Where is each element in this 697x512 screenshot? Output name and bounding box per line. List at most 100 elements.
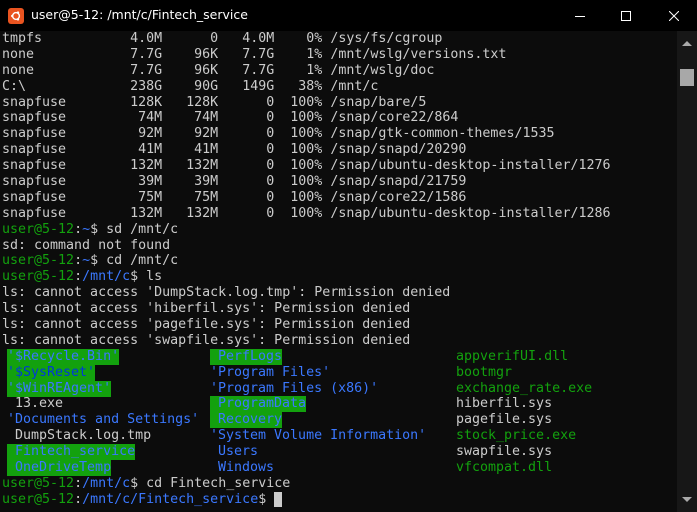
- df-cell: 0%: [282, 31, 323, 46]
- ls-row: 'Documents and Settings' Recovery pagefi…: [2, 412, 675, 429]
- ls-error-line: ls: cannot access 'DumpStack.log.tmp': P…: [2, 285, 675, 301]
- prompt-path: ~: [82, 221, 91, 237]
- command-text: cd /mnt/c: [106, 253, 179, 269]
- df-cell: snapfuse: [2, 174, 123, 190]
- df-row: snapfuse 75M 75M 0 100% /snap/core22/158…: [2, 190, 675, 206]
- ls-row: '$WinREAgent' 'Program Files (x86)' excha…: [2, 380, 675, 397]
- df-cell: 74M: [130, 110, 163, 126]
- df-cell: 41M: [170, 142, 219, 158]
- df-cell: 4.0M: [130, 31, 163, 46]
- ls-entry: '$WinREAgent': [7, 380, 112, 397]
- df-sep: [162, 47, 170, 62]
- df-sep: [162, 174, 170, 189]
- df-sep: [162, 142, 170, 157]
- command-text: ls: [146, 269, 163, 285]
- df-cell: 38%: [282, 78, 323, 94]
- df-cell: /snap/bare/5: [330, 94, 427, 110]
- df-cell: 96K: [170, 62, 219, 78]
- ls-entry: '$Recycle.Bin': [7, 348, 120, 365]
- ubuntu-icon[interactable]: [8, 8, 24, 24]
- ls-row: '$SysReset' 'Program Files' bootmgr: [2, 364, 675, 381]
- df-cell: /snap/snapd/20290: [330, 142, 467, 158]
- df-cell: 0: [226, 110, 275, 126]
- df-cell: 100%: [282, 174, 323, 190]
- df-cell: 39M: [170, 174, 219, 190]
- df-cell: /snap/ubuntu-desktop-installer/1276: [330, 158, 611, 174]
- prompt-line: user@5-12:/mnt/c/Fintech_service$: [2, 491, 675, 508]
- df-cell: /mnt/wslg/versions.txt: [330, 46, 507, 62]
- df-cell: 132M: [130, 158, 163, 174]
- prompt-dollar: $: [130, 269, 147, 285]
- df-cell: /snap/snapd/21759: [330, 174, 467, 190]
- error-text: ls: cannot access 'swapfile.sys': Permis…: [2, 332, 411, 348]
- df-cell: 0: [226, 189, 275, 205]
- df-cell: 0: [226, 126, 275, 142]
- df-row: none 7.7G 96K 7.7G 1% /mnt/wslg/doc: [2, 63, 675, 79]
- prompt-dollar: $: [90, 253, 107, 269]
- df-cell: snapfuse: [2, 189, 123, 205]
- df-row: tmpfs 4.0M 0 4.0M 0% /sys/fs/cgroup: [2, 31, 675, 47]
- df-cell: /snap/core22/1586: [330, 189, 467, 205]
- command-text: sd /mnt/c: [106, 221, 179, 237]
- ls-entry: appverifUI.dll: [448, 348, 569, 364]
- vertical-scrollbar[interactable]: [677, 31, 697, 512]
- df-cell: tmpfs: [2, 31, 123, 46]
- df-cell: 149G: [226, 78, 275, 94]
- df-cell: 0: [170, 31, 219, 46]
- prompt-path: /mnt/c/Fintech_service: [82, 491, 259, 507]
- title-bar[interactable]: user@5-12: /mnt/c/Fintech_service: [0, 0, 697, 31]
- ls-error-line: ls: cannot access 'hiberfil.sys': Permis…: [2, 301, 675, 317]
- df-cell: 39M: [130, 174, 163, 190]
- df-sep: [162, 126, 170, 141]
- ls-entry: PerfLogs: [210, 348, 283, 365]
- ls-entry: hiberfil.sys: [448, 396, 553, 412]
- close-icon: [669, 10, 679, 21]
- maximize-icon: [621, 10, 631, 21]
- df-cell: snapfuse: [2, 205, 123, 221]
- df-row: snapfuse 41M 41M 0 100% /snap/snapd/2029…: [2, 142, 675, 158]
- prompt-colon: :: [74, 269, 83, 285]
- df-cell: 96K: [170, 46, 219, 62]
- close-button[interactable]: [651, 0, 697, 31]
- prompt-colon: :: [74, 221, 83, 237]
- df-row: snapfuse 132M 132M 0 100% /snap/ubuntu-d…: [2, 158, 675, 174]
- df-sep: [162, 158, 170, 173]
- ls-entry: OneDriveTemp: [7, 460, 112, 476]
- df-cell: 0: [226, 158, 275, 174]
- maximize-button[interactable]: [603, 0, 649, 31]
- df-sep: [162, 206, 170, 221]
- df-sep: [122, 31, 130, 46]
- terminal-output[interactable]: tmpfs 4.0M 0 4.0M 0% /sys/fs/cgroup none …: [2, 31, 675, 512]
- minimize-button[interactable]: [557, 0, 603, 31]
- df-cell: 75M: [130, 189, 163, 205]
- df-cell: none: [2, 46, 123, 62]
- df-cell: 0: [226, 94, 275, 110]
- error-text: ls: cannot access 'pagefile.sys': Permis…: [2, 317, 411, 333]
- ls-entry: exchange_rate.exe: [448, 380, 593, 396]
- df-row: snapfuse 128K 128K 0 100% /snap/bare/5: [2, 95, 675, 111]
- prompt-line: user@5-12:~$ sd /mnt/c: [2, 222, 675, 238]
- df-cell: 1%: [282, 62, 323, 78]
- scrollbar-thumb[interactable]: [680, 69, 694, 86]
- df-cell: snapfuse: [2, 110, 123, 126]
- df-cell: 132M: [170, 158, 219, 174]
- prompt-path: /mnt/c: [82, 269, 131, 285]
- scroll-up-icon[interactable]: [682, 41, 692, 46]
- prompt-line: user@5-12:/mnt/c$ ls: [2, 269, 675, 285]
- df-cell: 100%: [282, 110, 323, 126]
- ls-entry: 13.exe: [7, 396, 64, 412]
- df-cell: 0: [226, 174, 275, 190]
- df-cell: 1%: [282, 46, 323, 62]
- ls-entry: stock_price.exe: [448, 428, 577, 444]
- df-row: snapfuse 39M 39M 0 100% /snap/snapd/2175…: [2, 174, 675, 190]
- prompt-path: ~: [82, 253, 91, 269]
- ls-row: 13.exe ProgramData hiberfil.sys: [2, 396, 675, 413]
- df-cell: 41M: [130, 142, 163, 158]
- df-sep: [122, 79, 130, 94]
- ls-entry: Recovery: [210, 412, 283, 429]
- df-cell: snapfuse: [2, 126, 123, 142]
- error-text: ls: cannot access 'DumpStack.log.tmp': P…: [2, 285, 451, 301]
- terminal-window: user@5-12: /mnt/c/Fintech_service tmpfs …: [0, 0, 697, 512]
- df-cell: 132M: [170, 205, 219, 221]
- scroll-down-icon[interactable]: [682, 497, 692, 502]
